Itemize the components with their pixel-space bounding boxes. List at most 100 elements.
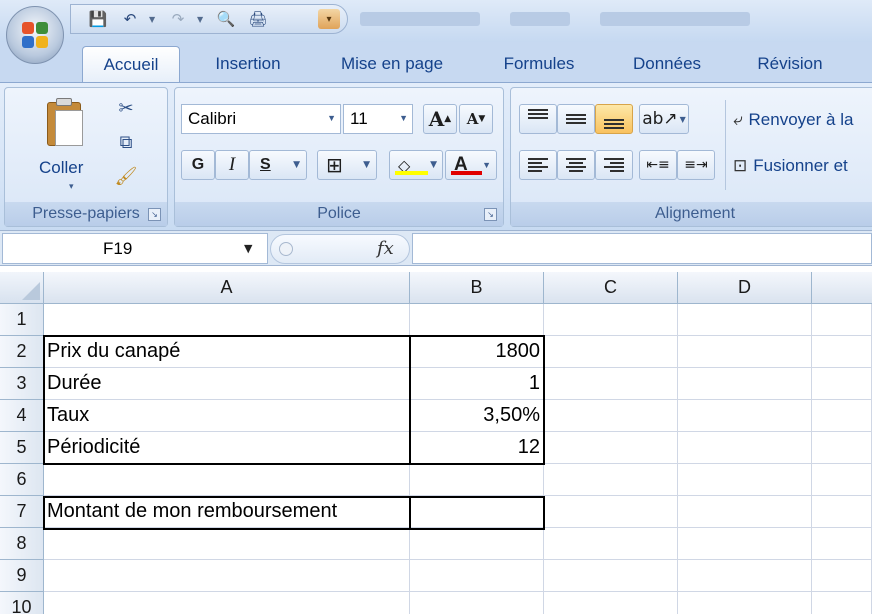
font-color-button[interactable]: A ▼: [445, 150, 497, 180]
cell-c9[interactable]: [544, 560, 678, 592]
cell-d2[interactable]: [678, 336, 812, 368]
font-size-combo[interactable]: 11 ▼: [343, 104, 413, 134]
name-box-dropdown-icon[interactable]: ▼: [244, 242, 252, 255]
copy-icon[interactable]: ⧉: [113, 130, 139, 154]
row-header-9[interactable]: 9: [0, 560, 44, 592]
column-header-d[interactable]: D: [678, 272, 812, 304]
cell-d7[interactable]: [678, 496, 812, 528]
fill-color-button[interactable]: ◇ ▼: [389, 150, 443, 180]
tab-accueil[interactable]: Accueil: [82, 46, 180, 82]
cell-d1[interactable]: [678, 304, 812, 336]
paste-dropdown-icon[interactable]: ▾: [69, 182, 74, 192]
cell-b2[interactable]: 1800: [410, 336, 544, 368]
cell-e9[interactable]: [812, 560, 872, 592]
row-header-4[interactable]: 4: [0, 400, 44, 432]
cell-d9[interactable]: [678, 560, 812, 592]
underline-button[interactable]: S ▼: [249, 150, 307, 180]
cell-b7[interactable]: [410, 496, 544, 528]
cell-c4[interactable]: [544, 400, 678, 432]
cell-d10[interactable]: [678, 592, 812, 614]
cell-a2[interactable]: Prix du canapé: [44, 336, 410, 368]
cell-e5[interactable]: [812, 432, 872, 464]
align-center-button[interactable]: [557, 150, 595, 180]
cell-c3[interactable]: [544, 368, 678, 400]
cell-e4[interactable]: [812, 400, 872, 432]
redo-icon[interactable]: ↷: [165, 8, 191, 30]
undo-icon[interactable]: ↶: [117, 8, 143, 30]
cell-a10[interactable]: [44, 592, 410, 614]
font-size-dropdown-icon[interactable]: ▼: [399, 113, 408, 123]
cell-e3[interactable]: [812, 368, 872, 400]
tab-mise-en-page[interactable]: Mise en page: [322, 46, 462, 82]
cell-e8[interactable]: [812, 528, 872, 560]
cell-d3[interactable]: [678, 368, 812, 400]
align-bottom-button[interactable]: [595, 104, 633, 134]
cell-e2[interactable]: [812, 336, 872, 368]
cell-b8[interactable]: [410, 528, 544, 560]
select-all-button[interactable]: [0, 272, 44, 304]
row-header-5[interactable]: 5: [0, 432, 44, 464]
save-icon[interactable]: 💾: [85, 8, 111, 30]
cell-a1[interactable]: [44, 304, 410, 336]
italic-button[interactable]: I: [215, 150, 249, 180]
print-preview-icon[interactable]: 🔍: [213, 8, 239, 30]
row-header-3[interactable]: 3: [0, 368, 44, 400]
column-header-e[interactable]: [812, 272, 872, 304]
row-header-2[interactable]: 2: [0, 336, 44, 368]
cell-b5[interactable]: 12: [410, 432, 544, 464]
paste-button[interactable]: Coller: [39, 158, 83, 178]
shrink-font-button[interactable]: A ▼: [459, 104, 493, 134]
row-header-6[interactable]: 6: [0, 464, 44, 496]
cell-a8[interactable]: [44, 528, 410, 560]
tab-donnees[interactable]: Données: [614, 46, 720, 82]
cell-b3[interactable]: 1: [410, 368, 544, 400]
align-top-button[interactable]: [519, 104, 557, 134]
cell-e1[interactable]: [812, 304, 872, 336]
cell-e10[interactable]: [812, 592, 872, 614]
paste-icon[interactable]: [47, 98, 87, 148]
row-header-1[interactable]: 1: [0, 304, 44, 336]
cell-b6[interactable]: [410, 464, 544, 496]
cell-b10[interactable]: [410, 592, 544, 614]
insert-function-icon[interactable]: fx: [377, 238, 394, 259]
align-middle-button[interactable]: [557, 104, 595, 134]
font-name-combo[interactable]: Calibri ▼: [181, 104, 341, 134]
font-name-dropdown-icon[interactable]: ▼: [327, 113, 336, 123]
format-painter-icon[interactable]: 🖌: [113, 164, 139, 188]
cell-c5[interactable]: [544, 432, 678, 464]
align-left-button[interactable]: [519, 150, 557, 180]
cell-e7[interactable]: [812, 496, 872, 528]
cell-c6[interactable]: [544, 464, 678, 496]
cut-icon[interactable]: ✂: [113, 96, 139, 120]
cell-c7[interactable]: [544, 496, 678, 528]
borders-button[interactable]: ⊞ ▼: [317, 150, 377, 180]
row-header-10[interactable]: 10: [0, 592, 44, 614]
wrap-text-button[interactable]: ⤶ Renvoyer à la: [733, 106, 853, 134]
clipboard-launcher-icon[interactable]: ↘: [148, 208, 161, 221]
row-header-7[interactable]: 7: [0, 496, 44, 528]
cell-a9[interactable]: [44, 560, 410, 592]
cell-b1[interactable]: [410, 304, 544, 336]
redo-dropdown-icon[interactable]: ▼: [197, 15, 207, 24]
cell-d6[interactable]: [678, 464, 812, 496]
column-header-a[interactable]: A: [44, 272, 410, 304]
cell-b9[interactable]: [410, 560, 544, 592]
customize-qat-button[interactable]: ▾: [318, 9, 340, 29]
cell-a5[interactable]: Périodicité: [44, 432, 410, 464]
font-color-dropdown-icon[interactable]: ▼: [482, 160, 491, 170]
tab-insertion[interactable]: Insertion: [196, 46, 300, 82]
cell-c2[interactable]: [544, 336, 678, 368]
tab-revision[interactable]: Révision: [740, 46, 840, 82]
cell-a3[interactable]: Durée: [44, 368, 410, 400]
print-icon[interactable]: 🖨: [245, 8, 271, 30]
name-box[interactable]: F19: [2, 233, 268, 264]
cell-d8[interactable]: [678, 528, 812, 560]
underline-dropdown-icon[interactable]: ▼: [293, 160, 300, 170]
office-button[interactable]: [6, 6, 64, 64]
borders-dropdown-icon[interactable]: ▼: [363, 160, 370, 170]
orientation-button[interactable]: ab↗ ▼: [639, 104, 689, 134]
undo-dropdown-icon[interactable]: ▼: [149, 15, 159, 24]
cell-c1[interactable]: [544, 304, 678, 336]
formula-input[interactable]: [412, 233, 872, 264]
column-header-b[interactable]: B: [410, 272, 544, 304]
